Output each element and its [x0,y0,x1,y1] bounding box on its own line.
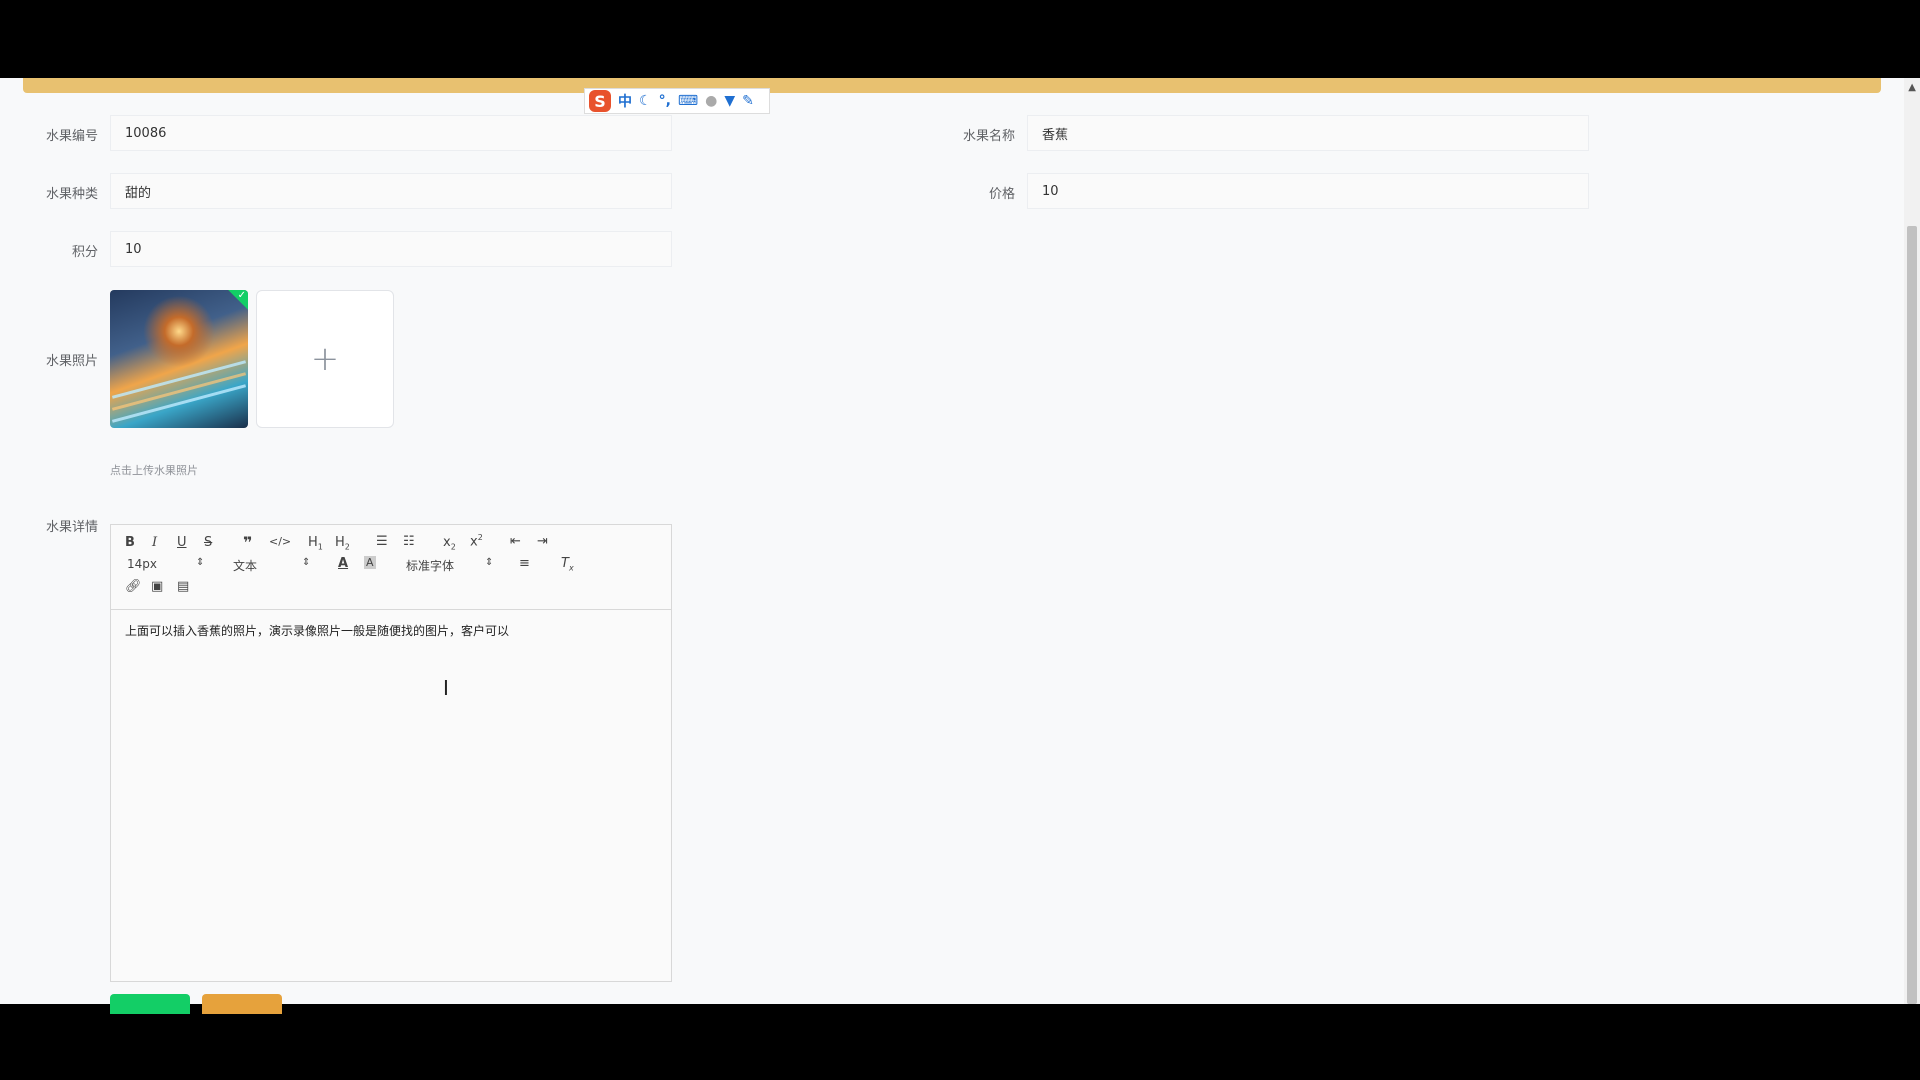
video-icon[interactable]: ▤ [177,579,189,594]
ordered-list-icon[interactable]: ☰ [376,534,388,549]
bullet-list-icon[interactable]: ☷ [403,534,415,549]
fruit-photo-label: 水果照片 [45,354,98,369]
editor-content[interactable]: 上面可以插入香蕉的照片，演示录像照片一般是随便找的图片，客户可以 [111,610,671,651]
scroll-up-arrow-icon[interactable]: ▲ [1908,82,1916,93]
ime-toolbar[interactable]: S 中 ☾ °, ⌨ ● ▼ ✎ [584,88,770,114]
scrollbar-thumb[interactable] [1907,226,1917,1004]
price-input[interactable]: 10 [1027,173,1589,209]
fruit-name-label: 水果名称 [962,129,1015,144]
wrench-icon[interactable]: ✎ [742,93,754,109]
keyboard-icon[interactable]: ⌨ [678,93,698,109]
vertical-scrollbar[interactable]: ▲ [1904,78,1920,1004]
text-cursor-icon: I [443,676,449,700]
fruit-type-label: 水果种类 [45,187,98,202]
header-1-icon[interactable]: H1 [308,535,323,552]
fruit-name-input[interactable]: 香蕉 [1027,115,1589,151]
italic-icon[interactable]: I [152,535,157,550]
strikethrough-icon[interactable]: S [204,535,212,550]
indent-icon[interactable]: ⇥ [537,534,548,549]
skin-icon[interactable]: ▼ [724,93,735,109]
align-icon[interactable]: ≡ [519,556,530,571]
sogou-logo-icon[interactable]: S [589,90,611,112]
photo-upload-hint: 点击上传水果照片 [110,464,198,477]
editor-toolbar: B I U S ❞ </> H1 H2 ☰ ☷ x2 x2 ⇤ ⇥ 14px ⇕… [111,525,671,610]
background-color-icon[interactable]: A [364,556,376,569]
link-icon[interactable]: 🔗︎ [125,579,142,594]
clear-format-icon[interactable]: Tx [561,556,574,573]
header-2-icon[interactable]: H2 [335,535,350,552]
code-block-icon[interactable]: </> [269,535,291,548]
moon-icon[interactable]: ☾ [639,93,652,109]
rich-text-editor[interactable]: B I U S ❞ </> H1 H2 ☰ ☷ x2 x2 ⇤ ⇥ 14px ⇕… [110,524,672,982]
fruit-type-input[interactable]: 甜的 [110,173,672,209]
image-icon[interactable]: ▣ [151,579,163,594]
punctuation-icon[interactable]: °, [659,93,671,109]
block-type-select[interactable]: 文本 [233,557,257,574]
font-size-chevron-icon[interactable]: ⇕ [196,557,204,568]
submit-button[interactable] [110,994,190,1014]
font-family-select[interactable]: 标准字体 [406,557,454,574]
fruit-details-label: 水果详情 [45,520,98,535]
user-icon[interactable]: ● [705,93,717,109]
font-family-chevron-icon[interactable]: ⇕ [485,557,493,568]
price-label: 价格 [988,187,1015,202]
block-type-chevron-icon[interactable]: ⇕ [302,557,310,568]
font-color-icon[interactable]: A [338,556,348,571]
blockquote-icon[interactable]: ❞ [243,533,252,552]
check-icon: ✓ [237,290,246,301]
superscript-icon[interactable]: x2 [470,533,483,549]
bold-icon[interactable]: B [125,535,135,550]
underline-icon[interactable]: U [177,535,187,550]
top-accent-bar [23,78,1881,93]
outdent-icon[interactable]: ⇤ [510,534,521,549]
add-photo-button[interactable]: + [256,290,394,428]
font-size-select[interactable]: 14px [127,557,157,571]
fruit-id-label: 水果编号 [45,129,98,144]
subscript-icon[interactable]: x2 [443,535,456,552]
cancel-button[interactable] [202,994,282,1014]
uploaded-fruit-photo[interactable]: ✓ [110,290,248,428]
fruit-id-input[interactable]: 10086 [110,115,672,151]
points-label: 积分 [71,245,98,260]
points-input[interactable]: 10 [110,231,672,267]
ime-mode-label[interactable]: 中 [618,91,632,111]
